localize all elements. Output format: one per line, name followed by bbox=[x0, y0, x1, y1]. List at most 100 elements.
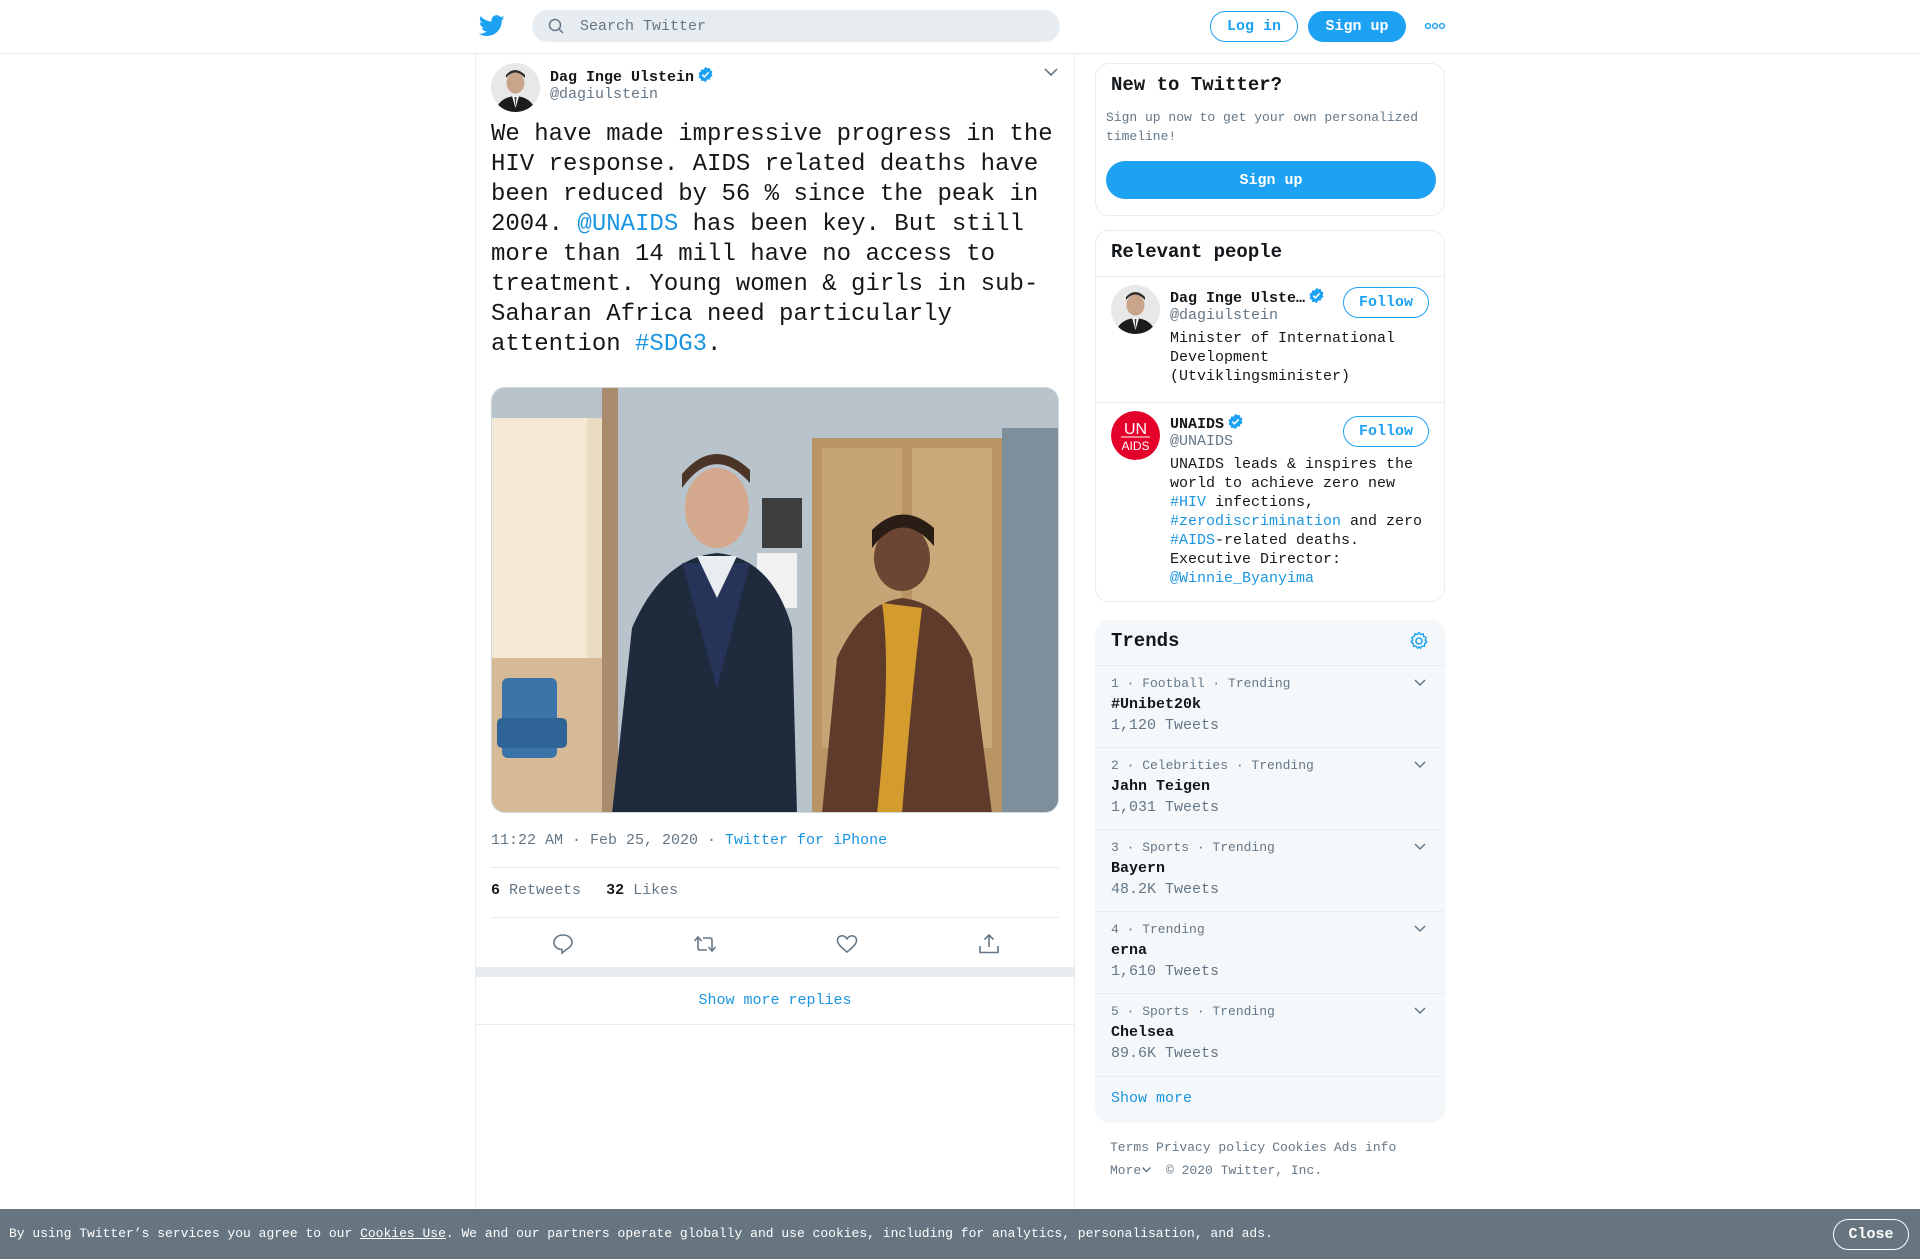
follow-button[interactable]: Follow bbox=[1343, 287, 1429, 318]
divider bbox=[491, 867, 1059, 868]
footer-terms-link[interactable]: Terms bbox=[1110, 1140, 1149, 1155]
author-avatar[interactable] bbox=[491, 63, 540, 112]
chevron-down-icon[interactable] bbox=[1413, 924, 1427, 933]
trend-count: 1,610 Tweets bbox=[1111, 963, 1220, 980]
section-separator bbox=[476, 967, 1074, 977]
trend-name[interactable]: Chelsea bbox=[1111, 1024, 1174, 1041]
retweets-count: 6 bbox=[491, 882, 501, 899]
person-bio: UNAIDS leads & inspires the world to ach… bbox=[1170, 455, 1438, 588]
trend-name[interactable]: Bayern bbox=[1111, 860, 1165, 877]
person-item[interactable]: Dag Inge Ulste… @dagiulstein Minister of… bbox=[1096, 277, 1444, 402]
person-name-text[interactable]: UNAIDS bbox=[1170, 416, 1224, 433]
trend-count: 1,120 Tweets bbox=[1111, 717, 1220, 734]
trend-meta: 3 · Sports · Trending bbox=[1111, 840, 1275, 855]
trend-name[interactable]: #Unibet20k bbox=[1111, 696, 1201, 713]
tweet-timestamp[interactable]: 11:22 AM · Feb 25, 2020 · bbox=[491, 832, 725, 849]
hashtag-link[interactable]: #AIDS bbox=[1170, 532, 1215, 549]
trend-item[interactable]: 4 · Trending erna 1,610 Tweets bbox=[1096, 911, 1444, 993]
trend-name[interactable]: erna bbox=[1111, 942, 1147, 959]
chevron-down-icon[interactable] bbox=[1043, 67, 1059, 77]
show-more-replies-link[interactable]: Show more replies bbox=[476, 977, 1074, 1025]
chevron-down-icon[interactable] bbox=[1413, 842, 1427, 851]
search-box[interactable] bbox=[532, 10, 1060, 42]
retweets-label: Retweets bbox=[509, 882, 582, 899]
tweet-meta: 11:22 AM · Feb 25, 2020 · Twitter for iP… bbox=[491, 832, 887, 849]
person-name-text[interactable]: Dag Inge Ulste… bbox=[1170, 290, 1305, 307]
signup-button[interactable]: Sign up bbox=[1308, 11, 1406, 42]
cookie-banner: By using Twitter’s services you agree to… bbox=[0, 1209, 1920, 1259]
new-to-twitter-card: New to Twitter? Sign up now to get your … bbox=[1095, 63, 1445, 216]
cookie-text: By using Twitter’s services you agree to… bbox=[9, 1226, 1273, 1241]
chevron-down-icon[interactable] bbox=[1413, 1006, 1427, 1015]
hashtag-link[interactable]: #SDG3 bbox=[635, 331, 707, 358]
person-avatar[interactable] bbox=[1111, 285, 1160, 334]
person-handle[interactable]: @UNAIDS bbox=[1170, 433, 1233, 450]
hashtag-link[interactable]: #zerodiscrimination bbox=[1170, 513, 1341, 530]
card-subtitle: Sign up now to get your own personalized… bbox=[1106, 110, 1419, 144]
footer-cookies-link[interactable]: Cookies bbox=[1272, 1140, 1327, 1155]
person-portrait-icon bbox=[1111, 285, 1160, 334]
verified-badge-icon bbox=[698, 66, 713, 83]
search-input[interactable] bbox=[580, 16, 1040, 36]
bio-text: and zero bbox=[1341, 513, 1423, 530]
trend-item[interactable]: 3 · Sports · Trending Bayern 48.2K Tweet… bbox=[1096, 829, 1444, 911]
reply-icon[interactable] bbox=[550, 931, 576, 957]
share-icon[interactable] bbox=[976, 931, 1002, 957]
unaids-logo-avatar[interactable]: UN AIDS bbox=[1111, 411, 1160, 460]
person-portrait-icon bbox=[491, 63, 540, 112]
retweet-icon[interactable] bbox=[692, 931, 718, 957]
person-bio: Minister of International Development (U… bbox=[1170, 330, 1396, 385]
follow-button[interactable]: Follow bbox=[1343, 416, 1429, 447]
bio-text: infections, bbox=[1206, 494, 1315, 511]
cookie-close-button[interactable]: Close bbox=[1833, 1219, 1909, 1250]
trend-item[interactable]: 2 · Celebrities · Trending Jahn Teigen 1… bbox=[1096, 747, 1444, 829]
chevron-down-icon[interactable] bbox=[1413, 760, 1427, 769]
card-title: Trends bbox=[1111, 630, 1180, 652]
sidebar-signup-button[interactable]: Sign up bbox=[1106, 161, 1436, 199]
hashtag-link[interactable]: #HIV bbox=[1170, 494, 1206, 511]
author-name[interactable]: Dag Inge Ulstein bbox=[550, 66, 714, 86]
footer-privacy-link[interactable]: Privacy policy bbox=[1156, 1140, 1265, 1155]
search-icon bbox=[548, 18, 564, 34]
mention-link[interactable]: @Winnie_Byanyima bbox=[1170, 570, 1314, 587]
tweet-photo[interactable] bbox=[491, 387, 1059, 813]
mention-link[interactable]: @UNAIDS bbox=[577, 211, 678, 238]
copyright: © 2020 Twitter, Inc. bbox=[1166, 1163, 1323, 1178]
twitter-logo-icon[interactable] bbox=[479, 14, 505, 38]
unaids-logo-icon: UN AIDS bbox=[1111, 411, 1160, 460]
like-heart-icon[interactable] bbox=[834, 931, 860, 957]
tweet-source-link[interactable]: Twitter for iPhone bbox=[725, 832, 887, 849]
main-column: Dag Inge Ulstein @dagiulstein We have ma… bbox=[475, 54, 1075, 1209]
person-name[interactable]: UNAIDS bbox=[1170, 413, 1244, 433]
trend-count: 48.2K Tweets bbox=[1111, 881, 1220, 898]
person-name[interactable]: Dag Inge Ulste… bbox=[1170, 287, 1325, 307]
person-item[interactable]: UN AIDS UNAIDS @UNAIDS UNAIDS leads & in… bbox=[1096, 403, 1444, 599]
trend-item[interactable]: 5 · Sports · Trending Chelsea 89.6K Twee… bbox=[1096, 993, 1444, 1075]
likes-stat[interactable]: 32 Likes bbox=[606, 882, 678, 899]
footer-more-label[interactable]: More bbox=[1110, 1163, 1141, 1178]
footer-ads-info-link[interactable]: Ads info bbox=[1334, 1140, 1396, 1155]
show-more-trends-link[interactable]: Show more bbox=[1096, 1076, 1444, 1122]
card-title: Relevant people bbox=[1111, 241, 1283, 263]
retweets-stat[interactable]: 6 Retweets bbox=[491, 882, 581, 899]
login-button[interactable]: Log in bbox=[1210, 11, 1298, 42]
cookie-text-part: . We and our partners operate globally a… bbox=[445, 1226, 1273, 1241]
tweet-text: We have made impressive progress in the … bbox=[491, 120, 1066, 360]
relevant-people-card: Relevant people Dag Inge Ulste… @dagiuls… bbox=[1095, 230, 1445, 602]
trend-count: 1,031 Tweets bbox=[1111, 799, 1220, 816]
chevron-down-icon[interactable] bbox=[1413, 678, 1427, 687]
verified-badge-icon bbox=[1228, 413, 1243, 430]
gear-icon[interactable] bbox=[1409, 631, 1429, 651]
footer-more-link[interactable]: More bbox=[1110, 1163, 1152, 1178]
footer-links: Terms Privacy policy Cookies Ads info bbox=[1110, 1140, 1403, 1155]
logo-text-top: UN bbox=[1124, 421, 1147, 438]
trend-name[interactable]: Jahn Teigen bbox=[1111, 778, 1210, 795]
person-handle[interactable]: @dagiulstein bbox=[1170, 307, 1278, 324]
trend-item[interactable]: 1 · Football · Trending #Unibet20k 1,120… bbox=[1096, 665, 1444, 747]
more-options-icon[interactable] bbox=[1424, 20, 1446, 32]
cookies-use-link[interactable]: Cookies Use bbox=[360, 1226, 446, 1241]
photo-two-people-icon bbox=[492, 388, 1058, 812]
author-handle[interactable]: @dagiulstein bbox=[550, 86, 658, 103]
author-name-text[interactable]: Dag Inge Ulstein bbox=[550, 69, 694, 86]
likes-label: Likes bbox=[633, 882, 679, 899]
